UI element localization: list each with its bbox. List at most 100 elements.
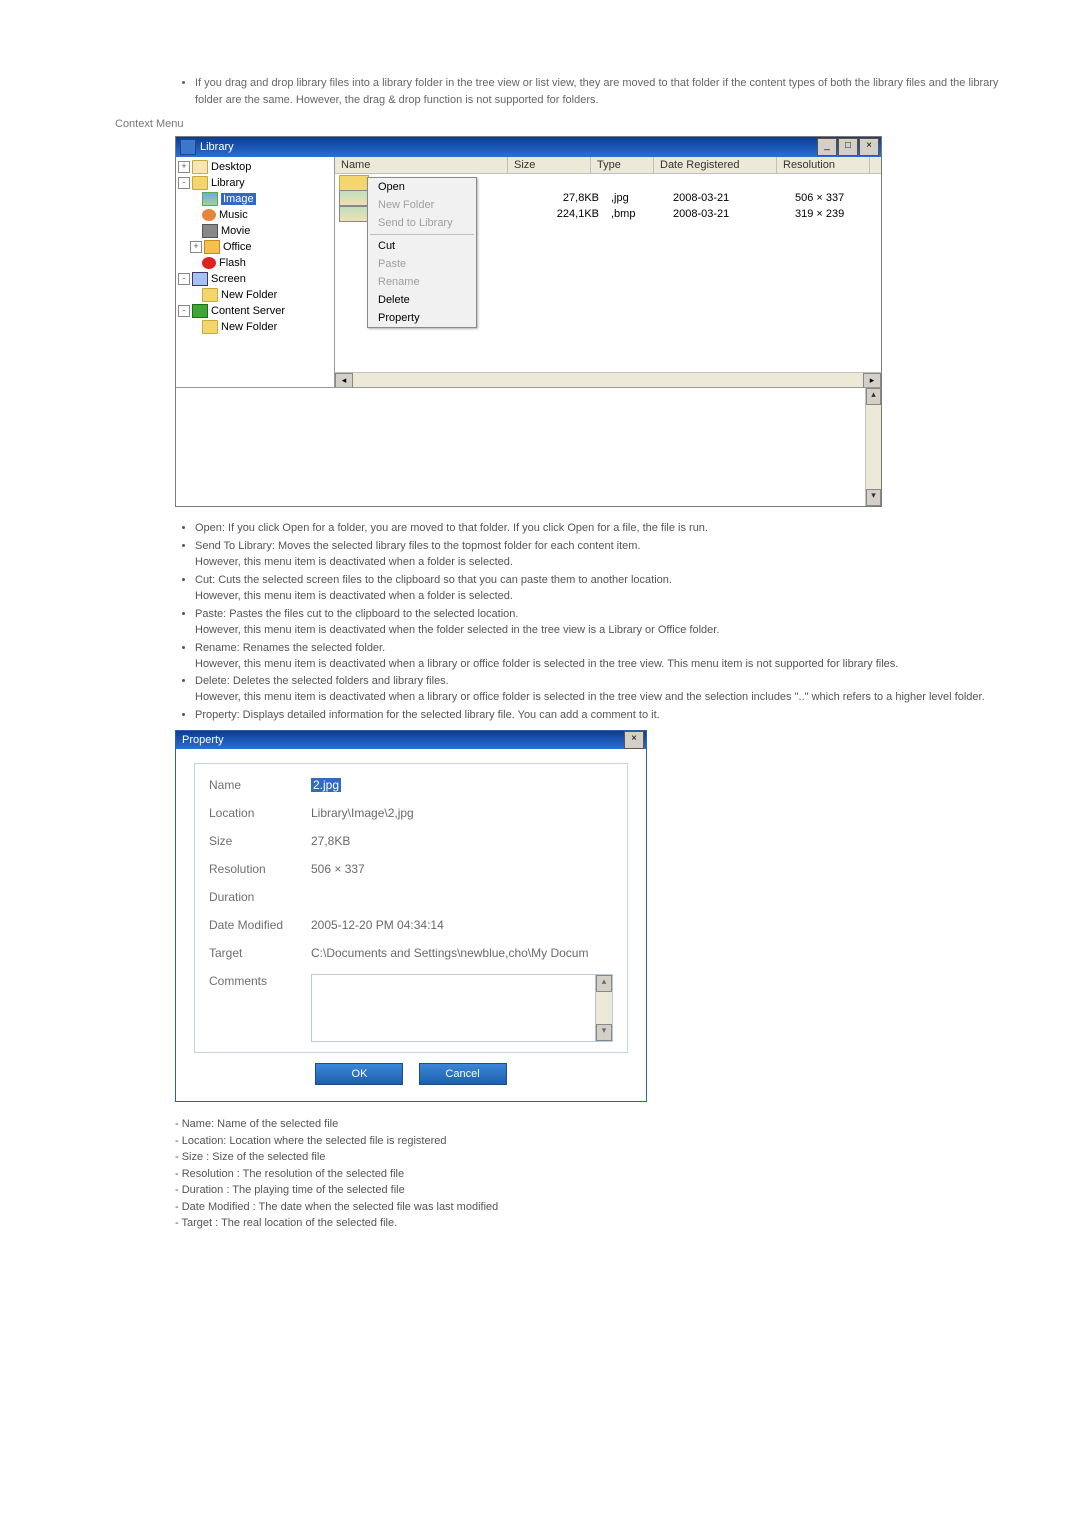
- context-menu-explanation: Open: If you click Open for a folder, yo…: [175, 521, 1020, 724]
- maximize-button[interactable]: □: [838, 138, 858, 156]
- tree-newfolder2[interactable]: New Folder: [221, 321, 277, 333]
- value-resolution: 506 × 337: [311, 862, 613, 876]
- scroll-down-icon[interactable]: ▾: [866, 489, 881, 506]
- vertical-scrollbar[interactable]: ▴ ▾: [865, 388, 881, 506]
- label-comments: Comments: [209, 974, 311, 988]
- section-label: Context Menu: [115, 118, 1020, 130]
- scroll-up-icon[interactable]: ▴: [596, 975, 612, 992]
- folder-icon: [202, 288, 218, 302]
- screen-icon: [192, 272, 208, 286]
- library-titlebar: Library _ □ ×: [176, 137, 881, 157]
- desktop-icon: [192, 160, 208, 174]
- field-target: - Target : The real location of the sele…: [175, 1215, 1020, 1232]
- menu-rename: Rename: [368, 273, 476, 291]
- label-modified: Date Modified: [209, 918, 311, 932]
- up-folder-icon: [339, 175, 369, 191]
- value-location: Library\Image\2,jpg: [311, 806, 613, 820]
- expander-icon[interactable]: +: [178, 161, 190, 173]
- label-size: Size: [209, 834, 311, 848]
- tree-image[interactable]: Image: [221, 193, 256, 205]
- office-icon: [204, 240, 220, 254]
- tree-view[interactable]: + Desktop - Library Image Music: [176, 157, 335, 387]
- ok-button[interactable]: OK: [315, 1063, 403, 1085]
- field-modified: - Date Modified : The date when the sele…: [175, 1199, 1020, 1216]
- explain-paste: Paste: Pastes the files cut to the clipb…: [195, 607, 1020, 639]
- field-name: - Name: Name of the selected file: [175, 1116, 1020, 1133]
- expander-icon[interactable]: -: [178, 273, 190, 285]
- folder-icon: [202, 320, 218, 334]
- col-date[interactable]: Date Registered: [654, 157, 777, 173]
- property-close-button[interactable]: ×: [624, 731, 644, 749]
- menu-open[interactable]: Open: [368, 178, 476, 196]
- music-icon: [202, 209, 216, 221]
- expander-icon[interactable]: +: [190, 241, 202, 253]
- field-duration: - Duration : The playing time of the sel…: [175, 1182, 1020, 1199]
- comments-textarea[interactable]: ▴ ▾: [311, 974, 613, 1042]
- property-titlebar: Property ×: [176, 731, 646, 749]
- col-type[interactable]: Type: [591, 157, 654, 173]
- property-dialog: Property × Name 2.jpg Location Library\I…: [175, 730, 647, 1102]
- value-modified: 2005-12-20 PM 04:34:14: [311, 918, 613, 932]
- explain-delete: Delete: Deletes the selected folders and…: [195, 674, 1020, 706]
- content-server-icon: [192, 304, 208, 318]
- value-name[interactable]: 2.jpg: [311, 778, 341, 792]
- explain-rename: Rename: Renames the selected folder. How…: [195, 641, 1020, 673]
- minimize-button[interactable]: _: [817, 138, 837, 156]
- library-title: Library: [200, 141, 234, 153]
- library-window: Library _ □ × + Desktop - Library: [175, 136, 882, 507]
- scroll-up-icon[interactable]: ▴: [866, 388, 881, 405]
- explain-open: Open: If you click Open for a folder, yo…: [195, 521, 1020, 537]
- tree-content-server[interactable]: Content Server: [211, 305, 285, 317]
- col-name[interactable]: Name: [335, 157, 508, 173]
- close-button[interactable]: ×: [859, 138, 879, 156]
- label-name: Name: [209, 778, 311, 792]
- menu-new-folder: New Folder: [368, 196, 476, 214]
- horizontal-scrollbar[interactable]: ◂ ▸: [335, 372, 881, 387]
- list-view[interactable]: Name Size Type Date Registered Resolutio…: [335, 157, 881, 387]
- tree-library[interactable]: Library: [211, 177, 245, 189]
- expander-icon[interactable]: -: [178, 177, 190, 189]
- menu-send-to-library: Send to Library: [368, 214, 476, 232]
- intro-bullet: If you drag and drop library files into …: [195, 75, 1020, 108]
- label-location: Location: [209, 806, 311, 820]
- scroll-down-icon[interactable]: ▾: [596, 1024, 612, 1041]
- value-target: C:\Documents and Settings\newblue,cho\My…: [311, 946, 613, 960]
- label-target: Target: [209, 946, 311, 960]
- menu-paste: Paste: [368, 255, 476, 273]
- context-menu: Open New Folder Send to Library Cut Past…: [367, 177, 477, 328]
- explain-cut: Cut: Cuts the selected screen files to t…: [195, 573, 1020, 605]
- cancel-button[interactable]: Cancel: [419, 1063, 507, 1085]
- field-location: - Location: Location where the selected …: [175, 1133, 1020, 1150]
- menu-cut[interactable]: Cut: [368, 237, 476, 255]
- tree-office[interactable]: Office: [223, 241, 252, 253]
- menu-property[interactable]: Property: [368, 309, 476, 327]
- movie-icon: [202, 224, 218, 238]
- menu-delete[interactable]: Delete: [368, 291, 476, 309]
- flash-icon: [202, 257, 216, 269]
- tree-movie[interactable]: Movie: [221, 225, 250, 237]
- field-description-list: - Name: Name of the selected file - Loca…: [175, 1116, 1020, 1232]
- col-size[interactable]: Size: [508, 157, 591, 173]
- explain-send: Send To Library: Moves the selected libr…: [195, 539, 1020, 571]
- tree-music[interactable]: Music: [219, 209, 248, 221]
- tree-screen[interactable]: Screen: [211, 273, 246, 285]
- library-title-icon: [180, 139, 196, 155]
- comments-scrollbar[interactable]: ▴ ▾: [595, 975, 612, 1041]
- preview-pane: ▴ ▾: [176, 387, 881, 506]
- image-icon: [202, 192, 218, 206]
- folder-icon: [192, 176, 208, 190]
- property-title: Property: [182, 734, 224, 746]
- menu-separator: [370, 234, 474, 235]
- tree-desktop[interactable]: Desktop: [211, 161, 251, 173]
- field-size: - Size : Size of the selected file: [175, 1149, 1020, 1166]
- explain-property: Property: Displays detailed information …: [195, 708, 1020, 724]
- value-size: 27,8KB: [311, 834, 613, 848]
- list-header: Name Size Type Date Registered Resolutio…: [335, 157, 881, 174]
- tree-flash[interactable]: Flash: [219, 257, 246, 269]
- field-resolution: - Resolution : The resolution of the sel…: [175, 1166, 1020, 1183]
- expander-icon[interactable]: -: [178, 305, 190, 317]
- label-duration: Duration: [209, 890, 311, 904]
- label-resolution: Resolution: [209, 862, 311, 876]
- col-res[interactable]: Resolution: [777, 157, 870, 173]
- tree-newfolder1[interactable]: New Folder: [221, 289, 277, 301]
